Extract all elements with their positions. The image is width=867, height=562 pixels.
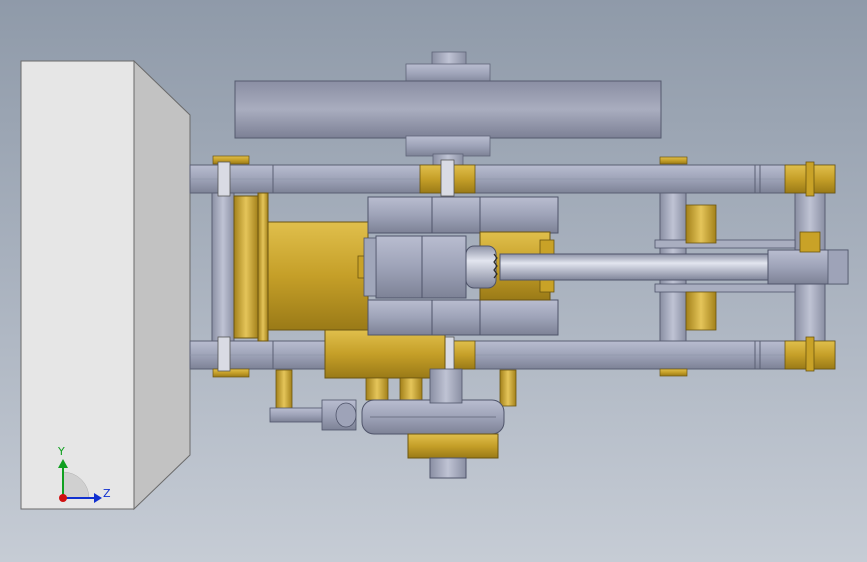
base-block (20, 59, 191, 511)
y-axis-label: Y (57, 445, 65, 458)
eccentric-sheave (407, 433, 499, 459)
cad-viewport[interactable]: Y Z (0, 0, 867, 562)
base-block-front (20, 60, 135, 510)
crosshead (375, 235, 467, 299)
eccentric-assembly (269, 368, 517, 479)
left-post (211, 192, 235, 342)
x-axis-origin-dot (59, 494, 67, 502)
flywheel-hub-lower (405, 135, 491, 157)
crank-shaft-end (429, 457, 467, 479)
upper-guide (367, 196, 559, 234)
z-axis-label: Z (103, 487, 111, 500)
flywheel (234, 51, 662, 169)
flywheel-rim (234, 80, 662, 139)
lower-guide (367, 299, 559, 336)
base-block-side (133, 59, 191, 511)
cylinder-flange (233, 195, 259, 339)
cylinder-body (267, 221, 369, 331)
